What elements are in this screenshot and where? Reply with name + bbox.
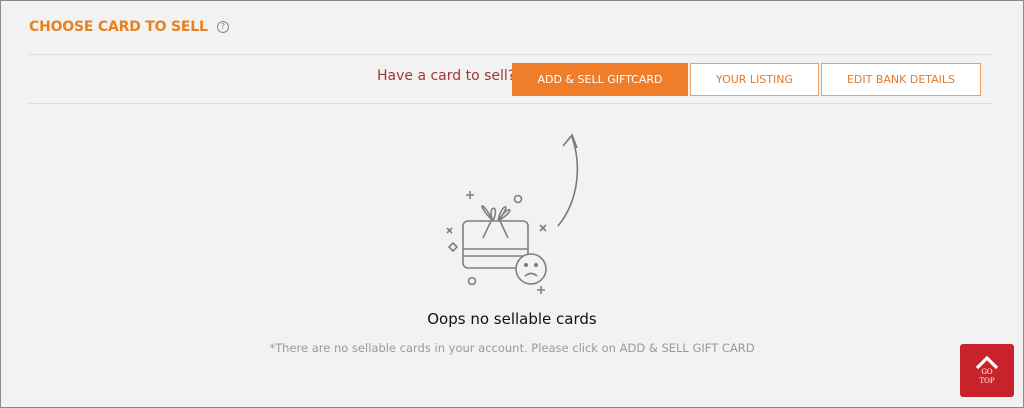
sell-prompt: Have a card to sell? — [377, 68, 516, 84]
bow — [481, 205, 511, 222]
edit-bank-details-button[interactable]: EDIT BANK DETAILS — [821, 63, 981, 96]
go-top-line1: GO — [981, 368, 993, 376]
go-top-button[interactable]: GO TOP — [960, 344, 1014, 397]
empty-state-note: *There are no sellable cards in your acc… — [269, 341, 755, 355]
go-top-label: GO TOP — [960, 368, 1014, 386]
divider-toolbar — [29, 103, 993, 104]
page-title: CHOOSE CARD TO SELL — [29, 19, 208, 35]
sell-card-panel: CHOOSE CARD TO SELL ? Have a card to sel… — [0, 0, 1024, 408]
section-header: CHOOSE CARD TO SELL ? — [29, 19, 229, 35]
empty-state-title: Oops no sellable cards — [427, 310, 597, 328]
sparkle-diamond — [447, 241, 459, 253]
divider-top — [29, 54, 993, 55]
your-listing-button[interactable]: YOUR LISTING — [690, 63, 819, 96]
sparkle-plus — [466, 191, 474, 199]
gift-card-sad-face-icon — [446, 133, 579, 294]
sparkle-x — [539, 224, 547, 232]
help-icon[interactable]: ? — [216, 21, 229, 33]
pointer-arrow — [557, 136, 579, 227]
add-sell-giftcard-button[interactable]: ADD & SELL GIFTCARD — [512, 63, 688, 96]
go-top-line2: TOP — [979, 377, 995, 385]
sad-face — [515, 253, 547, 285]
